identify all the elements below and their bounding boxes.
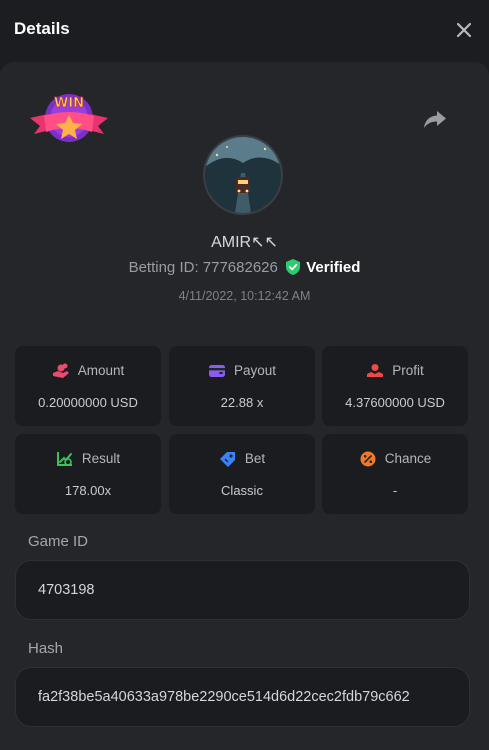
percent-icon [360, 451, 376, 467]
stat-label: Payout [233, 363, 277, 378]
hash-field[interactable]: fa2f38be5a40633a978be2290ce514d6d22cec2f… [15, 667, 470, 727]
wallet-icon [208, 365, 225, 377]
game-id-value: 4703198 [38, 582, 95, 598]
growth-chart-icon [56, 452, 72, 466]
bet-date: 4/11/2022, 10:12:42 AM [178, 289, 311, 303]
win-badge-icon: WIN [28, 90, 110, 152]
close-icon[interactable] [452, 18, 476, 42]
stat-value: 0.20000000 USD [38, 395, 138, 410]
stat-value: 22.88 x [220, 395, 264, 410]
stat-card-profit: Profit 4.37600000 USD [322, 346, 468, 426]
share-icon[interactable] [422, 106, 448, 132]
game-id-label: Game ID [28, 533, 89, 550]
stat-card-result: Result 178.00x [15, 434, 161, 514]
stat-label: Amount [77, 363, 125, 378]
stat-card-bet: Bet Classic [169, 434, 315, 514]
stat-label: Bet [244, 451, 266, 466]
stat-label: Chance [384, 451, 432, 466]
stat-label: Profit [392, 363, 424, 378]
modal-title: Details [14, 19, 70, 38]
coins-hand-icon [52, 363, 69, 378]
game-id-field[interactable]: 4703198 [15, 560, 470, 620]
stat-value: Classic [221, 483, 263, 498]
tag-icon [219, 452, 235, 467]
username: AMIR↖↖ [211, 234, 278, 251]
verified-label: Verified [306, 259, 361, 276]
profit-hand-icon [367, 364, 384, 377]
hash-label: Hash [28, 640, 64, 657]
avatar [203, 135, 283, 215]
betting-id: Betting ID: 777682626 [128, 259, 278, 276]
stat-value: 178.00x [64, 483, 112, 498]
stat-label: Result [81, 451, 121, 466]
stat-card-amount: Amount 0.20000000 USD [15, 346, 161, 426]
verified-shield-icon [286, 259, 301, 279]
modal-header: Details [0, 0, 489, 62]
stat-card-chance: Chance - [322, 434, 468, 514]
stat-value: 4.37600000 USD [345, 395, 445, 410]
hash-value: fa2f38be5a40633a978be2290ce514d6d22cec2f… [38, 689, 410, 705]
win-badge-text: WIN [54, 96, 84, 111]
betting-id-row: Betting ID: 777682626 Verified [0, 259, 489, 279]
stat-card-payout: Payout 22.88 x [169, 346, 315, 426]
stat-value: - [392, 483, 398, 498]
